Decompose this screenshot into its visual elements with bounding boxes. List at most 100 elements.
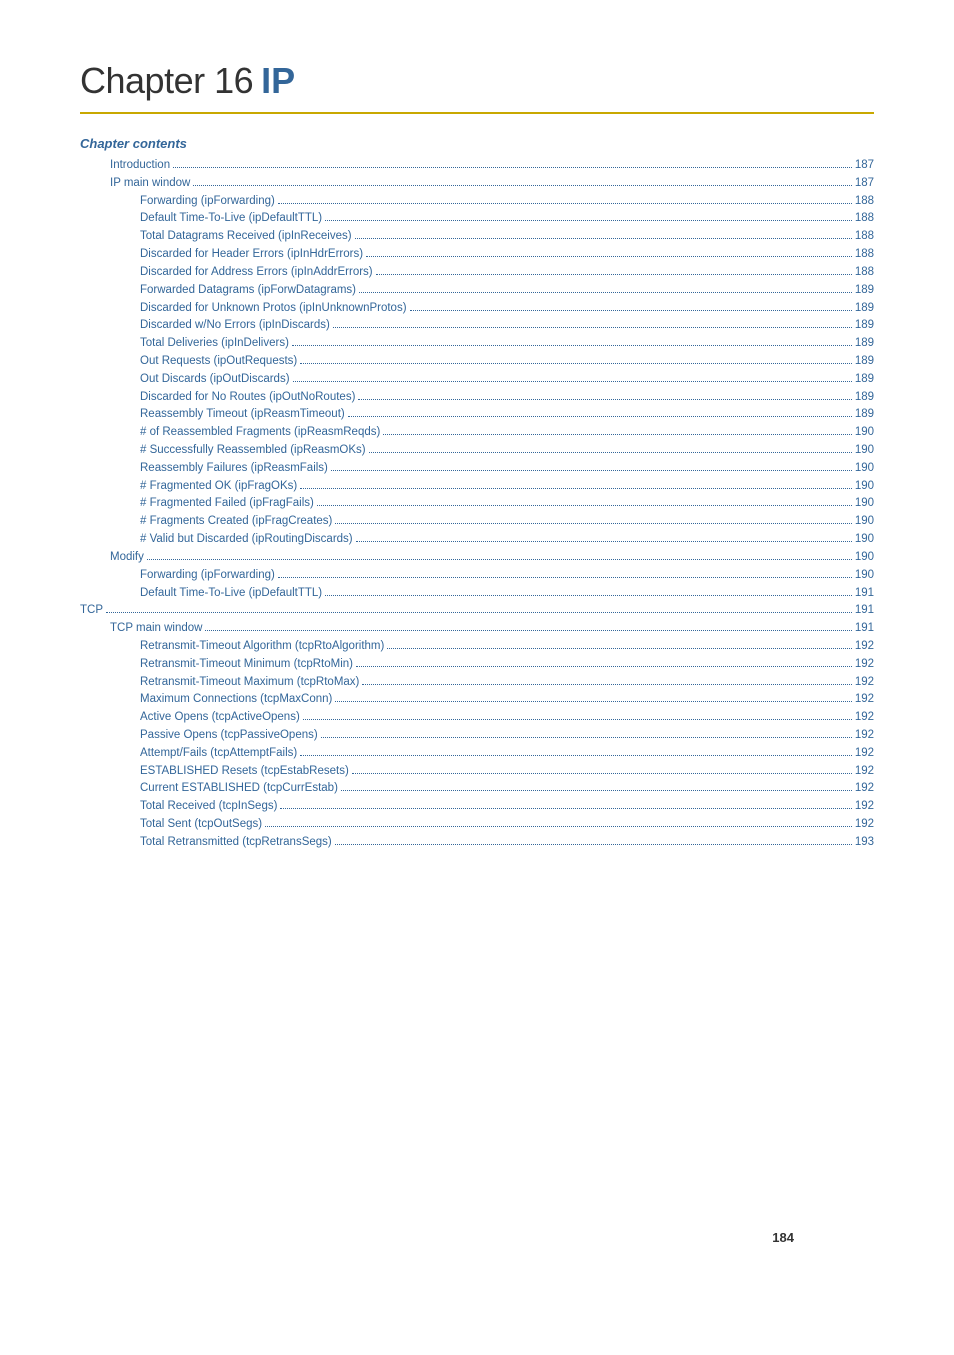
toc-page: 190 xyxy=(855,460,874,478)
toc-dots xyxy=(387,648,851,649)
toc-page: 191 xyxy=(855,602,874,620)
toc-entry[interactable]: Total Received (tcpInSegs) 192 xyxy=(80,798,874,816)
toc-dots xyxy=(335,844,852,845)
toc-entry[interactable]: Discarded for Address Errors (ipInAddrEr… xyxy=(80,264,874,282)
toc-page: 191 xyxy=(855,585,874,603)
chapter-number: Chapter 16 xyxy=(80,60,253,101)
toc-dots xyxy=(106,612,852,613)
toc-entry-text: Attempt/Fails (tcpAttemptFails) xyxy=(140,745,297,763)
chapter-title-bold: IP xyxy=(261,60,295,101)
toc-entry[interactable]: Out Requests (ipOutRequests)189 xyxy=(80,353,874,371)
toc-dots xyxy=(376,274,852,275)
toc-page: 188 xyxy=(855,246,874,264)
toc-entry[interactable]: Attempt/Fails (tcpAttemptFails) 192 xyxy=(80,745,874,763)
toc-entry[interactable]: Retransmit-Timeout Maximum (tcpRtoMax)19… xyxy=(80,674,874,692)
toc-entry[interactable]: Current ESTABLISHED (tcpCurrEstab) 192 xyxy=(80,780,874,798)
toc-entry[interactable]: Total Deliveries (ipInDelivers)189 xyxy=(80,335,874,353)
toc-entry-text: Default Time-To-Live (ipDefaultTTL) xyxy=(140,585,322,603)
toc-dots xyxy=(292,345,852,346)
toc-entry[interactable]: Introduction187 xyxy=(80,157,874,175)
toc-dots xyxy=(356,541,852,542)
toc-entry[interactable]: Forwarding (ipForwarding)190 xyxy=(80,567,874,585)
toc-dots xyxy=(348,416,852,417)
toc-dots xyxy=(293,381,852,382)
toc-entry[interactable]: Discarded for Unknown Protos (ipInUnknow… xyxy=(80,300,874,318)
toc-entry[interactable]: Discarded for No Routes (ipOutNoRoutes)1… xyxy=(80,389,874,407)
toc-entry[interactable]: Discarded for Header Errors (ipInHdrErro… xyxy=(80,246,874,264)
toc-dots xyxy=(356,666,852,667)
toc-page: 190 xyxy=(855,531,874,549)
toc-entry-text: Out Requests (ipOutRequests) xyxy=(140,353,297,371)
toc-entry[interactable]: Forwarded Datagrams (ipForwDatagrams)189 xyxy=(80,282,874,300)
toc-dots xyxy=(193,185,851,186)
toc-dots xyxy=(278,577,852,578)
toc-page: 190 xyxy=(855,478,874,496)
toc-entry[interactable]: TCP191 xyxy=(80,602,874,620)
toc-entry[interactable]: ESTABLISHED Resets (tcpEstabResets)192 xyxy=(80,763,874,781)
chapter-header: Chapter 16IP xyxy=(80,60,874,114)
toc-entry[interactable]: Total Sent (tcpOutSegs)192 xyxy=(80,816,874,834)
toc-dots xyxy=(325,595,852,596)
toc-entry-text: # Fragments Created (ipFragCreates) xyxy=(140,513,332,531)
toc-dots xyxy=(303,719,852,720)
toc-entry[interactable]: Reassembly Timeout (ipReasmTimeout)189 xyxy=(80,406,874,424)
toc-entry[interactable]: Total Retransmitted (tcpRetransSegs)193 xyxy=(80,834,874,852)
toc-entry[interactable]: Forwarding (ipForwarding) 188 xyxy=(80,193,874,211)
toc-entry[interactable]: Retransmit-Timeout Minimum (tcpRtoMin)19… xyxy=(80,656,874,674)
toc-entry[interactable]: # Fragments Created (ipFragCreates) 190 xyxy=(80,513,874,531)
toc-entry[interactable]: # Successfully Reassembled (ipReasmOKs)1… xyxy=(80,442,874,460)
toc-entry[interactable]: Default Time-To-Live (ipDefaultTTL) 191 xyxy=(80,585,874,603)
toc-page: 192 xyxy=(855,674,874,692)
toc-entry[interactable]: Discarded w/No Errors (ipInDiscards)189 xyxy=(80,317,874,335)
toc-page: 190 xyxy=(855,513,874,531)
toc-entry[interactable]: Passive Opens (tcpPassiveOpens) 192 xyxy=(80,727,874,745)
toc-entry-text: Total Deliveries (ipInDelivers) xyxy=(140,335,289,353)
toc-entry[interactable]: TCP main window191 xyxy=(80,620,874,638)
toc-entry[interactable]: Default Time-To-Live (ipDefaultTTL)188 xyxy=(80,210,874,228)
toc-entry-text: Current ESTABLISHED (tcpCurrEstab) xyxy=(140,780,338,798)
toc-entry[interactable]: Out Discards (ipOutDiscards)189 xyxy=(80,371,874,389)
toc-entry[interactable]: Reassembly Failures (ipReasmFails) 190 xyxy=(80,460,874,478)
toc-page: 189 xyxy=(855,282,874,300)
toc-dots xyxy=(331,470,852,471)
toc-entry[interactable]: Maximum Connections (tcpMaxConn)192 xyxy=(80,691,874,709)
toc-dots xyxy=(341,790,852,791)
toc-page: 190 xyxy=(855,424,874,442)
toc-entry[interactable]: IP main window187 xyxy=(80,175,874,193)
toc-dots xyxy=(325,220,852,221)
toc-entry[interactable]: # Fragmented Failed (ipFragFails)190 xyxy=(80,495,874,513)
toc-page: 188 xyxy=(855,264,874,282)
toc-entry[interactable]: Retransmit-Timeout Algorithm (tcpRtoAlgo… xyxy=(80,638,874,656)
toc-page: 192 xyxy=(855,727,874,745)
toc-entry-text: # of Reassembled Fragments (ipReasmReqds… xyxy=(140,424,380,442)
toc-page: 190 xyxy=(855,495,874,513)
toc-entry[interactable]: Modify190 xyxy=(80,549,874,567)
toc-page: 192 xyxy=(855,798,874,816)
chapter-contents-label: Chapter contents xyxy=(80,136,874,151)
toc-dots xyxy=(358,399,851,400)
toc-page: 192 xyxy=(855,745,874,763)
toc-entry-text: Total Received (tcpInSegs) xyxy=(140,798,277,816)
toc-page: 192 xyxy=(855,780,874,798)
toc-entry-text: Passive Opens (tcpPassiveOpens) xyxy=(140,727,318,745)
toc-dots xyxy=(333,327,852,328)
toc-entry[interactable]: # Valid but Discarded (ipRoutingDiscards… xyxy=(80,531,874,549)
toc-entry-text: Reassembly Failures (ipReasmFails) xyxy=(140,460,328,478)
toc-dots xyxy=(173,167,852,168)
toc-entry[interactable]: # of Reassembled Fragments (ipReasmReqds… xyxy=(80,424,874,442)
toc-page: 188 xyxy=(855,193,874,211)
toc-entry-text: Out Discards (ipOutDiscards) xyxy=(140,371,290,389)
toc-entry-text: Total Sent (tcpOutSegs) xyxy=(140,816,262,834)
toc-entry-text: Forwarding (ipForwarding) xyxy=(140,193,275,211)
toc-page: 192 xyxy=(855,656,874,674)
toc-entry[interactable]: Active Opens (tcpActiveOpens)192 xyxy=(80,709,874,727)
toc-page: 189 xyxy=(855,389,874,407)
toc-dots xyxy=(278,203,852,204)
toc-entry-text: Reassembly Timeout (ipReasmTimeout) xyxy=(140,406,345,424)
toc-entry[interactable]: # Fragmented OK (ipFragOKs)190 xyxy=(80,478,874,496)
toc-entry-text: # Valid but Discarded (ipRoutingDiscards… xyxy=(140,531,353,549)
toc-entry-text: Total Datagrams Received (ipInReceives) xyxy=(140,228,352,246)
toc-entry[interactable]: Total Datagrams Received (ipInReceives)1… xyxy=(80,228,874,246)
toc-dots xyxy=(280,808,851,809)
toc-entry-text: IP main window xyxy=(110,175,190,193)
